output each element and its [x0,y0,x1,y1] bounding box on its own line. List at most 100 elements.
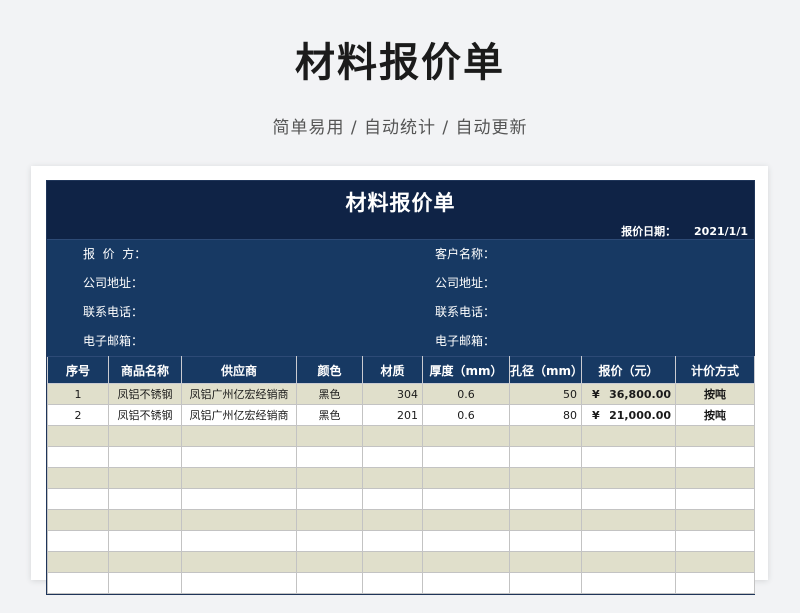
empty-cell[interactable] [108,425,182,447]
empty-cell[interactable] [581,572,676,594]
empty-cell[interactable] [675,446,755,468]
empty-cell[interactable] [509,530,582,552]
cell-color[interactable]: 黑色 [296,383,363,405]
empty-cell[interactable] [422,572,510,594]
cell-material[interactable]: 201 [362,404,423,426]
cell-price[interactable]: ¥36,800.00 [581,383,676,405]
column-header[interactable]: 供应商 [181,356,297,384]
column-header[interactable]: 序号 [47,356,109,384]
empty-cell[interactable] [509,509,582,531]
quote-date-value[interactable]: 2021/1/1 [694,225,748,238]
empty-cell[interactable] [108,509,182,531]
empty-cell[interactable] [296,488,363,510]
empty-cell[interactable] [47,488,109,510]
empty-cell[interactable] [581,467,676,489]
empty-cell[interactable] [296,530,363,552]
customer-email-label[interactable]: 电子邮箱： [435,327,495,356]
empty-cell[interactable] [422,446,510,468]
cell-supplier[interactable]: 凤铝广州亿宏经销商 [181,404,297,426]
empty-cell[interactable] [422,488,510,510]
empty-cell[interactable] [47,572,109,594]
empty-cell[interactable] [296,572,363,594]
empty-cell[interactable] [181,425,297,447]
empty-cell[interactable] [181,530,297,552]
empty-cell[interactable] [509,467,582,489]
empty-cell[interactable] [296,425,363,447]
cell-name[interactable]: 凤铝不锈钢 [108,383,182,405]
empty-cell[interactable] [675,509,755,531]
empty-cell[interactable] [296,467,363,489]
column-header[interactable]: 报价（元） [581,356,676,384]
empty-cell[interactable] [47,530,109,552]
empty-cell[interactable] [47,446,109,468]
empty-cell[interactable] [509,551,582,573]
empty-cell[interactable] [362,551,423,573]
empty-cell[interactable] [181,572,297,594]
column-header[interactable]: 颜色 [296,356,363,384]
empty-cell[interactable] [509,446,582,468]
cell-pricing-mode[interactable]: 按吨 [675,383,755,405]
empty-cell[interactable] [362,530,423,552]
empty-cell[interactable] [296,551,363,573]
cell-aperture[interactable]: 50 [509,383,582,405]
cell-no[interactable]: 2 [47,404,109,426]
cell-pricing-mode[interactable]: 按吨 [675,404,755,426]
column-header[interactable]: 商品名称 [108,356,182,384]
cell-price[interactable]: ¥21,000.00 [581,404,676,426]
empty-cell[interactable] [675,425,755,447]
empty-cell[interactable] [581,551,676,573]
empty-cell[interactable] [675,530,755,552]
empty-cell[interactable] [108,488,182,510]
cell-color[interactable]: 黑色 [296,404,363,426]
customer-address-label[interactable]: 公司地址： [435,269,495,298]
empty-cell[interactable] [362,446,423,468]
empty-cell[interactable] [362,572,423,594]
empty-cell[interactable] [509,425,582,447]
empty-cell[interactable] [509,572,582,594]
empty-cell[interactable] [47,509,109,531]
cell-thickness[interactable]: 0.6 [422,404,510,426]
empty-cell[interactable] [422,509,510,531]
cell-no[interactable]: 1 [47,383,109,405]
empty-cell[interactable] [581,509,676,531]
cell-material[interactable]: 304 [362,383,423,405]
empty-cell[interactable] [362,509,423,531]
cell-supplier[interactable]: 凤铝广州亿宏经销商 [181,383,297,405]
empty-cell[interactable] [509,488,582,510]
empty-cell[interactable] [362,467,423,489]
empty-cell[interactable] [296,446,363,468]
quoter-phone-label[interactable]: 联系电话： [83,298,143,327]
quoter-label[interactable]: 报 价 方： [83,240,146,269]
empty-cell[interactable] [422,425,510,447]
empty-cell[interactable] [422,467,510,489]
cell-name[interactable]: 凤铝不锈钢 [108,404,182,426]
empty-cell[interactable] [675,551,755,573]
empty-cell[interactable] [581,425,676,447]
empty-cell[interactable] [675,488,755,510]
empty-cell[interactable] [422,551,510,573]
column-header[interactable]: 材质 [362,356,423,384]
quoter-email-label[interactable]: 电子邮箱： [83,327,143,356]
empty-cell[interactable] [581,488,676,510]
empty-cell[interactable] [108,467,182,489]
empty-cell[interactable] [181,467,297,489]
empty-cell[interactable] [47,551,109,573]
customer-name-label[interactable]: 客户名称： [435,240,495,269]
cell-thickness[interactable]: 0.6 [422,383,510,405]
cell-aperture[interactable]: 80 [509,404,582,426]
empty-cell[interactable] [581,530,676,552]
empty-cell[interactable] [108,572,182,594]
column-header[interactable]: 孔径（mm） [509,356,583,384]
empty-cell[interactable] [108,446,182,468]
empty-cell[interactable] [108,551,182,573]
empty-cell[interactable] [181,551,297,573]
empty-cell[interactable] [675,572,755,594]
empty-cell[interactable] [675,467,755,489]
column-header[interactable]: 计价方式 [675,356,755,384]
customer-phone-label[interactable]: 联系电话： [435,298,495,327]
empty-cell[interactable] [181,446,297,468]
empty-cell[interactable] [181,488,297,510]
empty-cell[interactable] [362,488,423,510]
column-header[interactable]: 厚度（mm） [422,356,510,384]
empty-cell[interactable] [581,446,676,468]
